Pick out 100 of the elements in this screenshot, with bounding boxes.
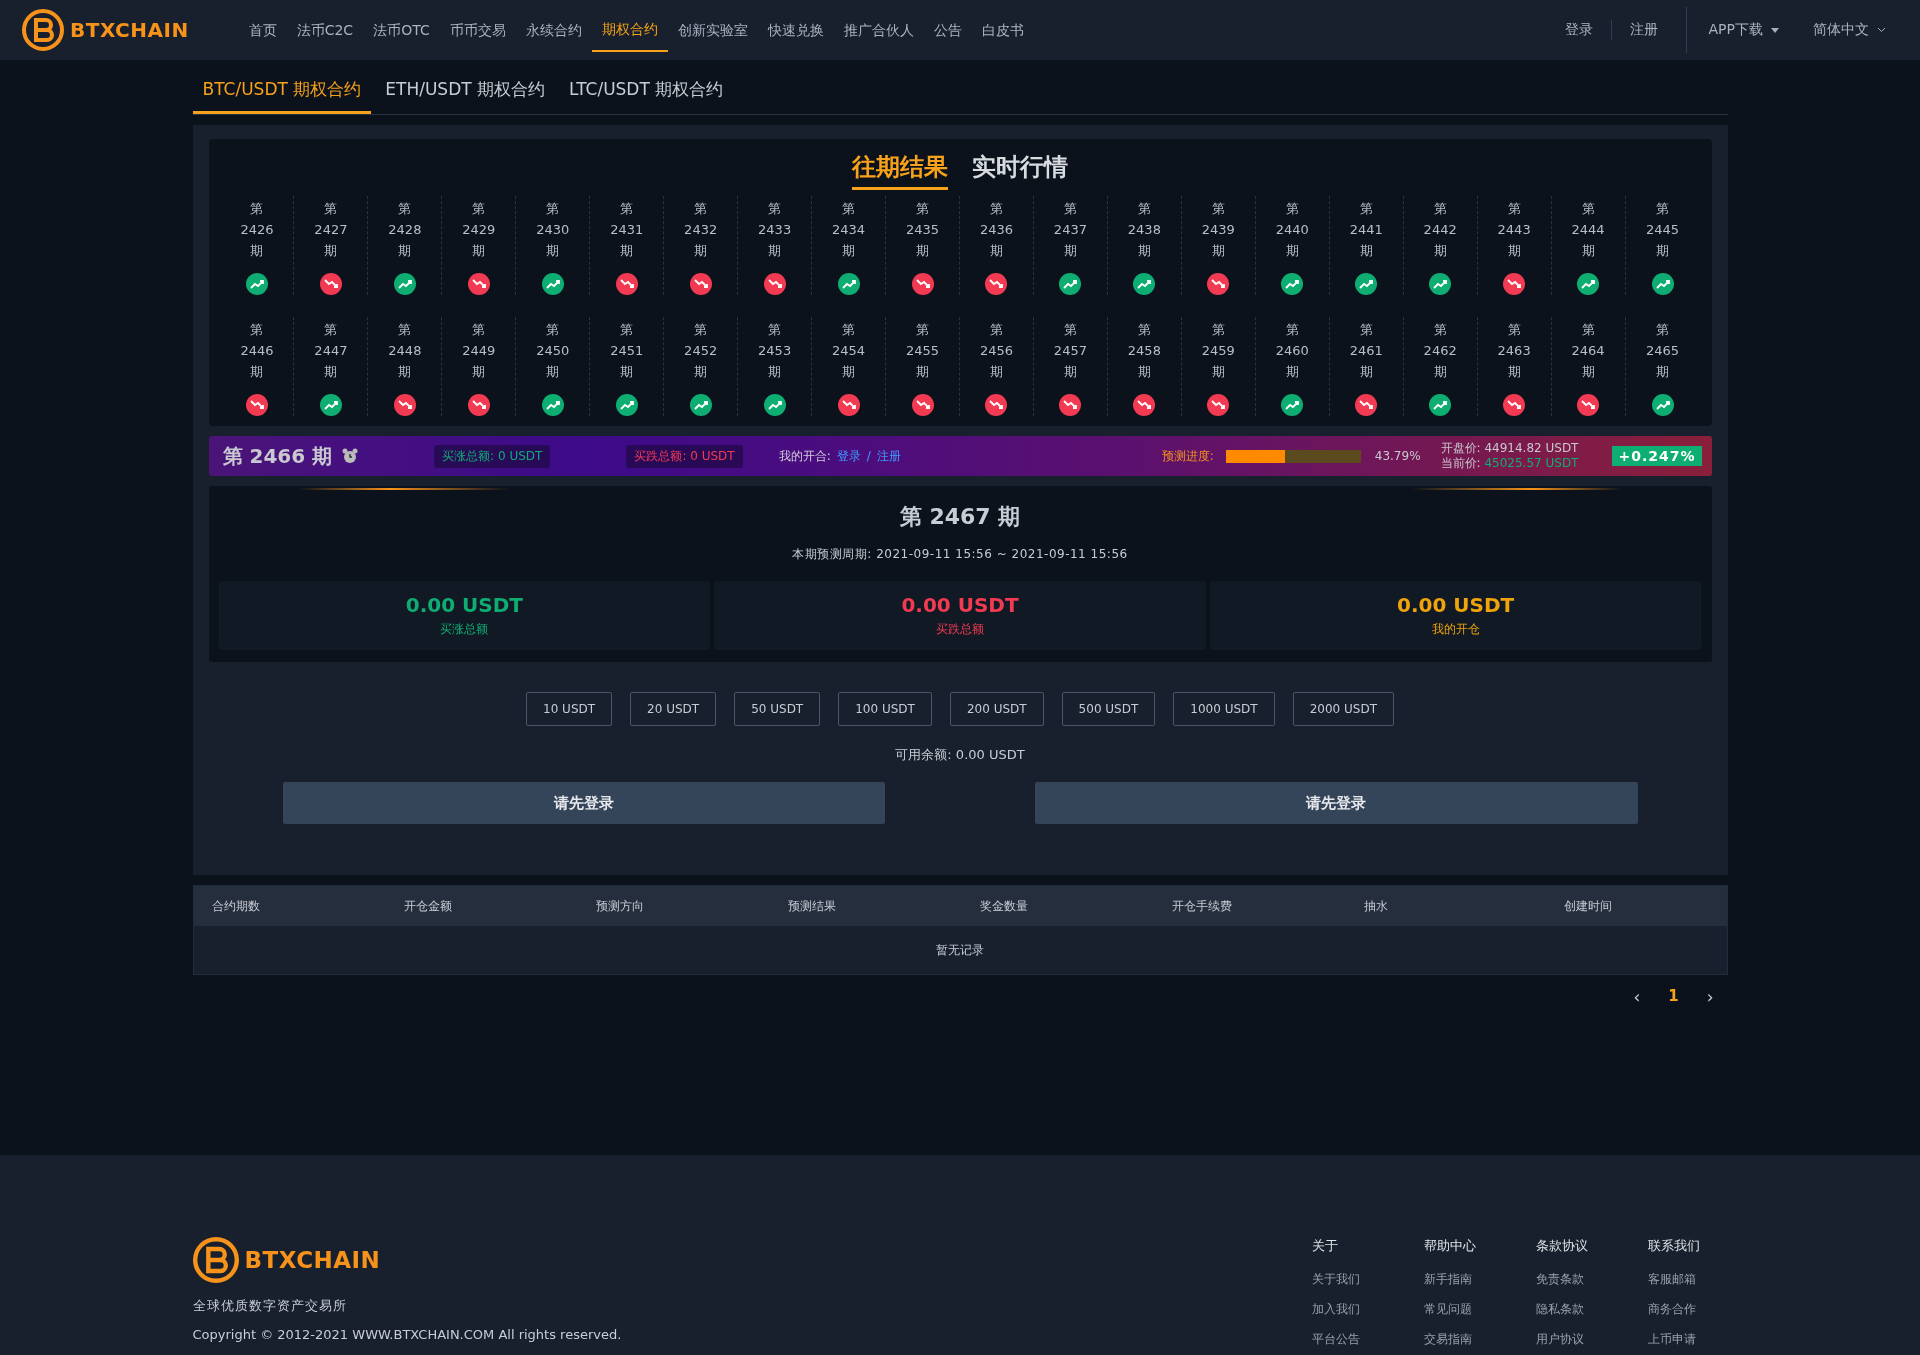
login-first-button[interactable]: 请先登录 xyxy=(1035,782,1638,824)
period-label: 第 xyxy=(768,321,782,339)
next-period-title: 第 2467 期 xyxy=(898,503,1022,531)
trend-up-icon xyxy=(541,394,564,416)
market-tab[interactable]: BTC/USDT 期权合约 xyxy=(192,70,372,114)
nav-link[interactable]: 创新实验室 xyxy=(667,0,758,60)
nav-link[interactable]: 期权合约 xyxy=(591,0,668,52)
nav-link[interactable]: 法币C2C xyxy=(286,0,364,60)
previous-page-button[interactable]: ‹ xyxy=(1633,987,1641,1007)
period-number: 2462 xyxy=(1423,342,1457,360)
amount-button[interactable]: 20 USDT xyxy=(630,692,717,726)
stat-label: 我的开仓 xyxy=(1431,621,1480,638)
nav-link[interactable]: 首页 xyxy=(238,0,287,60)
trend-down-icon xyxy=(1503,394,1526,416)
nav-link[interactable]: 币币交易 xyxy=(439,0,516,60)
period-label: 期 xyxy=(472,242,486,260)
footer-link[interactable]: 平台公告 xyxy=(1311,1331,1424,1348)
period-number: 2457 xyxy=(1053,342,1087,360)
page-number[interactable]: 1 xyxy=(1668,987,1679,1007)
period-label: 期 xyxy=(324,363,338,381)
amount-button[interactable]: 50 USDT xyxy=(734,692,821,726)
footer-link[interactable]: 客服邮箱 xyxy=(1647,1271,1728,1288)
result-tab[interactable]: 实时行情 xyxy=(972,151,1068,190)
period-label: 期 xyxy=(324,242,338,260)
amount-button[interactable]: 200 USDT xyxy=(949,692,1044,726)
period-label: 期 xyxy=(1285,363,1299,381)
amount-button[interactable]: 2000 USDT xyxy=(1292,692,1394,726)
trend-down-icon xyxy=(911,273,934,295)
trend-up-icon xyxy=(615,394,638,416)
login-link[interactable]: 登录 xyxy=(836,447,861,465)
trend-up-icon xyxy=(1281,273,1304,295)
period-label: 第 xyxy=(620,200,634,218)
period-number: 2456 xyxy=(979,342,1013,360)
market-tab[interactable]: ETH/USDT 期权合约 xyxy=(375,70,555,114)
period-label: 期 xyxy=(1137,363,1151,381)
register-link[interactable]: 注册 xyxy=(1629,21,1658,39)
footer-heading: 帮助中心 xyxy=(1423,1237,1477,1255)
footer-link[interactable]: 商务合作 xyxy=(1647,1301,1728,1318)
column-header: 合约期数 xyxy=(211,897,261,915)
trend-up-icon xyxy=(763,394,786,416)
footer-link[interactable]: 关于我们 xyxy=(1311,1271,1424,1288)
footer-link[interactable]: 常见问题 xyxy=(1423,1301,1536,1318)
footer-link[interactable]: 加入我们 xyxy=(1311,1301,1424,1318)
trend-up-icon xyxy=(1059,273,1082,295)
period-label: 期 xyxy=(989,363,1003,381)
period-label: 第 xyxy=(1211,200,1225,218)
period-number: 2441 xyxy=(1349,221,1383,239)
period-label: 期 xyxy=(1507,242,1521,260)
amount-button[interactable]: 10 USDT xyxy=(526,692,613,726)
nav-link[interactable]: 推广合伙人 xyxy=(833,0,924,60)
amount-button[interactable]: 500 USDT xyxy=(1061,692,1156,726)
period-label: 第 xyxy=(546,321,560,339)
logo-icon xyxy=(22,9,64,51)
footer-link[interactable]: 免责条款 xyxy=(1535,1271,1648,1288)
period-number: 2428 xyxy=(388,221,422,239)
period-label: 期 xyxy=(1063,363,1077,381)
progress-label: 预测进度: xyxy=(1161,447,1214,465)
period-label: 期 xyxy=(620,363,634,381)
footer-link[interactable]: 新手指南 xyxy=(1423,1271,1536,1288)
nav-link[interactable]: 快速兑换 xyxy=(757,0,834,60)
login-link[interactable]: 登录 xyxy=(1564,21,1593,39)
nav-link[interactable]: 永续合约 xyxy=(515,0,592,60)
trend-up-icon xyxy=(393,273,416,295)
column-header: 开仓金额 xyxy=(403,897,453,915)
period-label: 第 xyxy=(1137,200,1151,218)
period-label: 第 xyxy=(1656,200,1669,218)
period-label: 第 xyxy=(324,321,338,339)
app-download-menu[interactable]: APP下载 xyxy=(1708,21,1779,39)
nav-link[interactable]: 法币OTC xyxy=(363,0,440,60)
period-number: 2450 xyxy=(536,342,570,360)
period-label: 第 xyxy=(1507,200,1521,218)
footer-link[interactable]: 隐私条款 xyxy=(1535,1301,1648,1318)
period-label: 期 xyxy=(1656,363,1669,381)
language-menu[interactable]: 简体中文 xyxy=(1813,21,1886,39)
period-number: 2445 xyxy=(1645,221,1680,239)
result-tab[interactable]: 往期结果 xyxy=(852,151,948,190)
nav-link[interactable]: 白皮书 xyxy=(971,0,1034,60)
trend-down-icon xyxy=(245,394,268,416)
period-label: 期 xyxy=(1211,363,1225,381)
footer-link[interactable]: 交易指南 xyxy=(1423,1331,1536,1348)
period-number: 2463 xyxy=(1497,342,1531,360)
amount-button[interactable]: 100 USDT xyxy=(838,692,932,726)
trend-up-icon xyxy=(1133,273,1156,295)
period-label: 第 xyxy=(1063,321,1077,339)
footer-link[interactable]: 上币申请 xyxy=(1647,1331,1728,1348)
change-badge: +0.247% xyxy=(1612,446,1702,466)
period-label: 期 xyxy=(768,363,782,381)
next-page-button[interactable]: › xyxy=(1706,987,1714,1007)
trend-down-icon xyxy=(837,394,860,416)
logo-icon xyxy=(192,1237,239,1283)
trend-down-icon xyxy=(615,273,638,295)
amount-button[interactable]: 1000 USDT xyxy=(1173,692,1275,726)
login-first-button[interactable]: 请先登录 xyxy=(282,782,885,824)
period-label: 第 xyxy=(694,200,708,218)
market-tab[interactable]: LTC/USDT 期权合约 xyxy=(559,70,734,114)
period-label: 第 xyxy=(842,321,856,339)
footer-link[interactable]: 用户协议 xyxy=(1535,1331,1648,1348)
trend-up-icon xyxy=(837,273,860,295)
nav-link[interactable]: 公告 xyxy=(923,0,972,60)
register-link[interactable]: 注册 xyxy=(876,447,901,465)
